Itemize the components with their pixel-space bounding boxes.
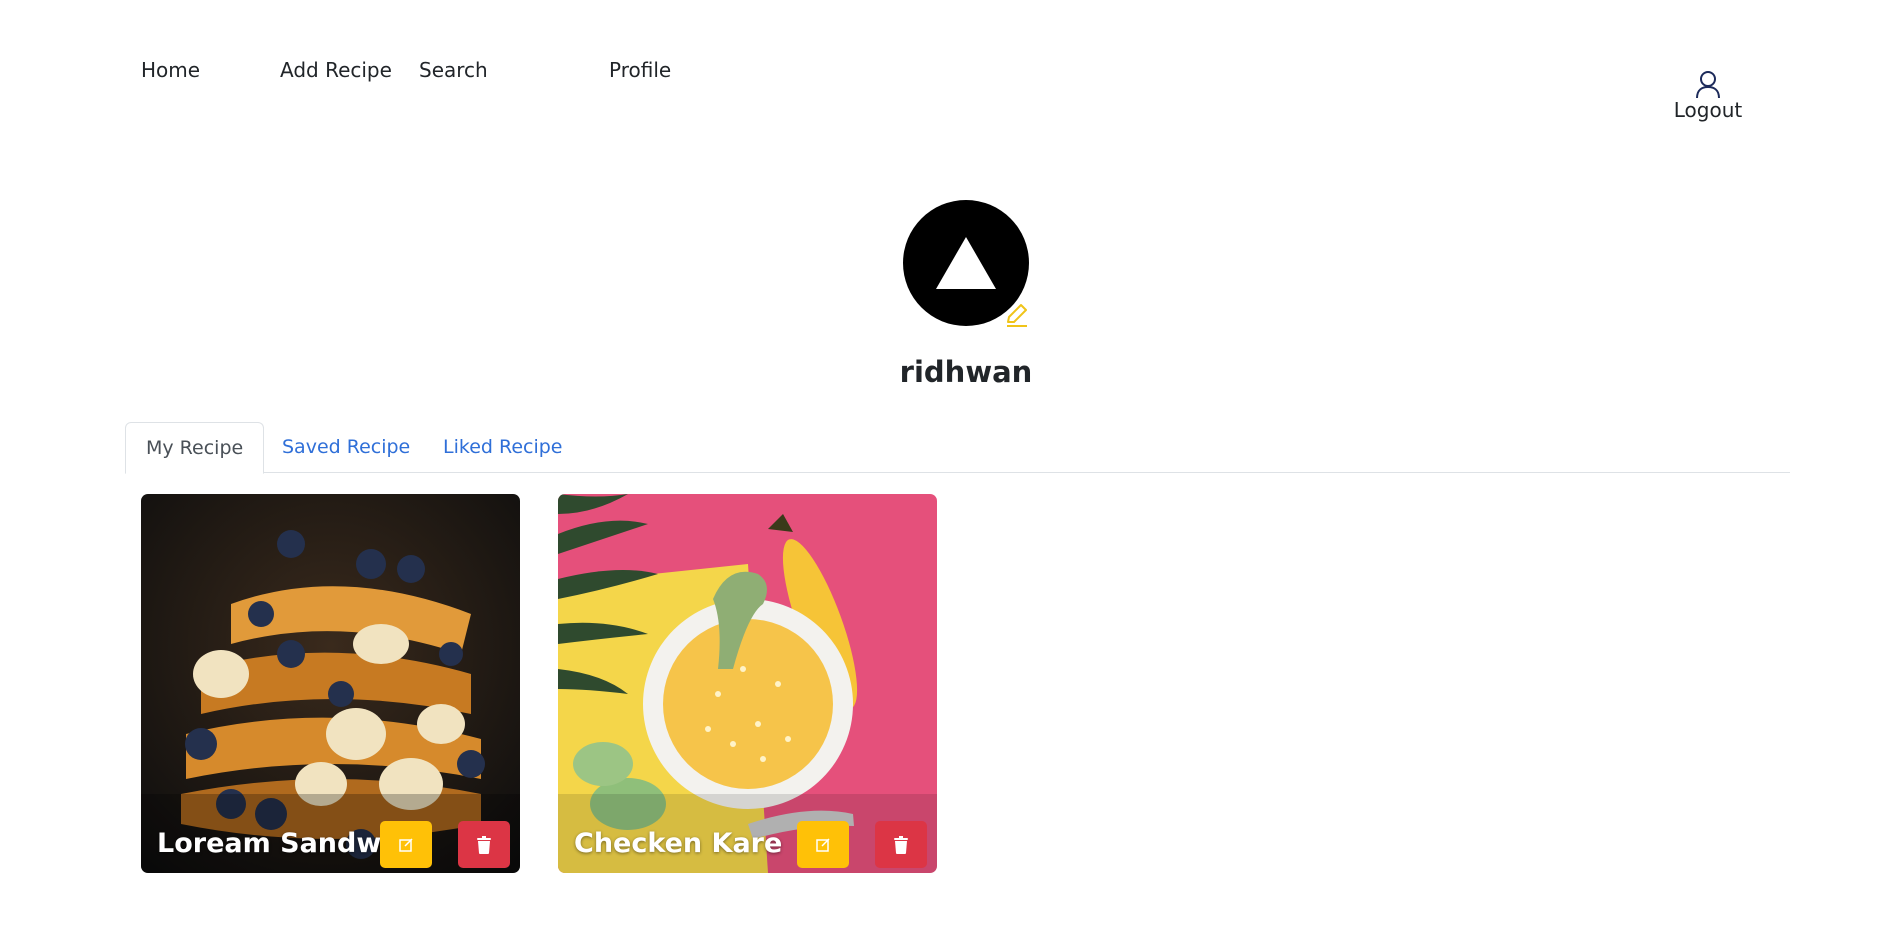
recipe-tabs: My Recipe Saved Recipe Liked Recipe xyxy=(125,422,1790,474)
tab-liked-recipe[interactable]: Liked Recipe xyxy=(423,422,583,473)
edit-recipe-button[interactable] xyxy=(797,821,849,868)
top-navbar: Home Add Recipe Search Profile xyxy=(0,58,1895,98)
nav-add-recipe-link[interactable]: Add Recipe xyxy=(280,58,392,82)
logout-button[interactable]: Logout xyxy=(1672,70,1744,122)
recipe-card[interactable]: Loream Sandwich xyxy=(141,494,520,873)
user-icon xyxy=(1696,71,1720,99)
triangle-logo-icon xyxy=(936,237,996,289)
edit-icon xyxy=(816,837,830,852)
profile-username: ridhwan xyxy=(899,355,1033,389)
profile-avatar-section xyxy=(903,200,1029,328)
recipe-image xyxy=(558,494,937,873)
tab-my-recipe[interactable]: My Recipe xyxy=(125,422,265,474)
tab-saved-recipe[interactable]: Saved Recipe xyxy=(262,422,430,473)
edit-recipe-button[interactable] xyxy=(380,821,432,868)
pencil-icon[interactable] xyxy=(1003,302,1029,328)
delete-recipe-button[interactable] xyxy=(458,821,510,868)
edit-icon xyxy=(399,837,413,852)
nav-profile-link[interactable]: Profile xyxy=(609,58,671,82)
recipe-title: Checken Kare xyxy=(574,828,783,859)
trash-icon xyxy=(477,835,491,854)
delete-recipe-button[interactable] xyxy=(875,821,927,868)
nav-home-link[interactable]: Home xyxy=(141,58,200,82)
recipe-card[interactable]: Checken Kare xyxy=(558,494,937,873)
recipe-image xyxy=(141,494,520,873)
nav-search-link[interactable]: Search xyxy=(419,58,488,82)
trash-icon xyxy=(894,835,908,854)
logout-label: Logout xyxy=(1673,98,1743,122)
